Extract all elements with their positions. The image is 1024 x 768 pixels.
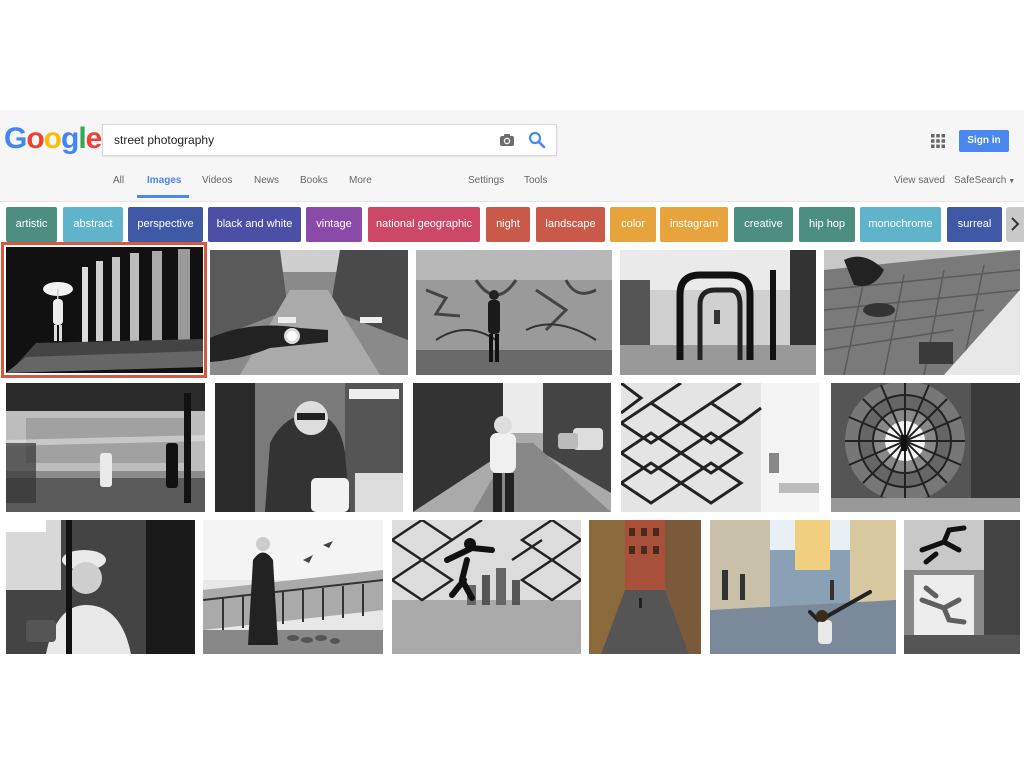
apps-grid-icon[interactable] [931,134,945,148]
image-result[interactable] [904,520,1020,654]
tab-news[interactable]: News [254,175,279,186]
logo-letter: o [43,122,62,155]
image-result[interactable] [6,520,195,654]
search-input[interactable]: street photography [102,124,557,156]
chip-night[interactable]: night [486,207,530,242]
tab-all[interactable]: All [113,175,124,186]
chip-instagram[interactable]: instagram [660,207,728,242]
logo-letter: o [26,122,44,155]
chip-vintage[interactable]: vintage [306,207,362,242]
image-result[interactable] [831,383,1020,512]
chip-perspective[interactable]: perspective [128,207,203,242]
tab-more[interactable]: More [349,175,372,186]
chip-artistic[interactable]: artistic [6,207,57,242]
search-icon[interactable] [528,131,546,149]
image-result[interactable] [621,383,819,512]
active-tab-indicator [137,195,189,198]
view-saved-link[interactable]: View saved [894,175,945,186]
tab-images[interactable]: Images [147,175,181,186]
chip-black-and-white[interactable]: black and white [208,207,301,242]
settings-link[interactable]: Settings [468,175,504,186]
chip-national-geographic[interactable]: national geographic [368,207,480,242]
image-result[interactable] [203,520,383,654]
chip-surreal[interactable]: surreal [947,207,1002,242]
tab-videos[interactable]: Videos [202,175,232,186]
chevron-right-icon [1011,217,1020,231]
search-query-text[interactable]: street photography [114,133,214,147]
image-result[interactable] [6,383,205,512]
image-result[interactable] [210,250,408,375]
google-logo[interactable]: Google [4,122,103,156]
chip-hip-hop[interactable]: hip hop [799,207,855,242]
image-result[interactable] [710,520,896,654]
logo-letter: G [4,122,27,155]
chip-color[interactable]: color [610,207,656,242]
chevron-down-icon: ▼ [1008,178,1016,185]
logo-letter: l [78,122,86,155]
selected-image-outline [1,242,207,378]
image-result[interactable] [620,250,816,375]
image-result[interactable] [824,250,1020,375]
chip-creative[interactable]: creative [734,207,793,242]
chip-monochrome[interactable]: monochrome [860,207,941,242]
image-result[interactable] [392,520,581,654]
safesearch-label: SafeSearch [954,175,1007,186]
tab-books[interactable]: Books [300,175,328,186]
logo-letter: e [85,122,103,155]
sign-in-button[interactable]: Sign in [959,130,1009,152]
safesearch-menu[interactable]: SafeSearch ▼ [954,175,1015,186]
logo-letter: g [61,122,79,155]
tools-link[interactable]: Tools [524,175,547,186]
chip-abstract[interactable]: abstract [63,207,123,242]
image-result[interactable] [413,383,611,512]
image-result[interactable] [215,383,403,512]
image-result[interactable] [589,520,701,654]
image-result[interactable] [416,250,612,375]
chips-scroll-right-button[interactable] [1006,207,1024,242]
camera-icon[interactable] [499,132,515,148]
chip-landscape[interactable]: landscape [536,207,605,242]
